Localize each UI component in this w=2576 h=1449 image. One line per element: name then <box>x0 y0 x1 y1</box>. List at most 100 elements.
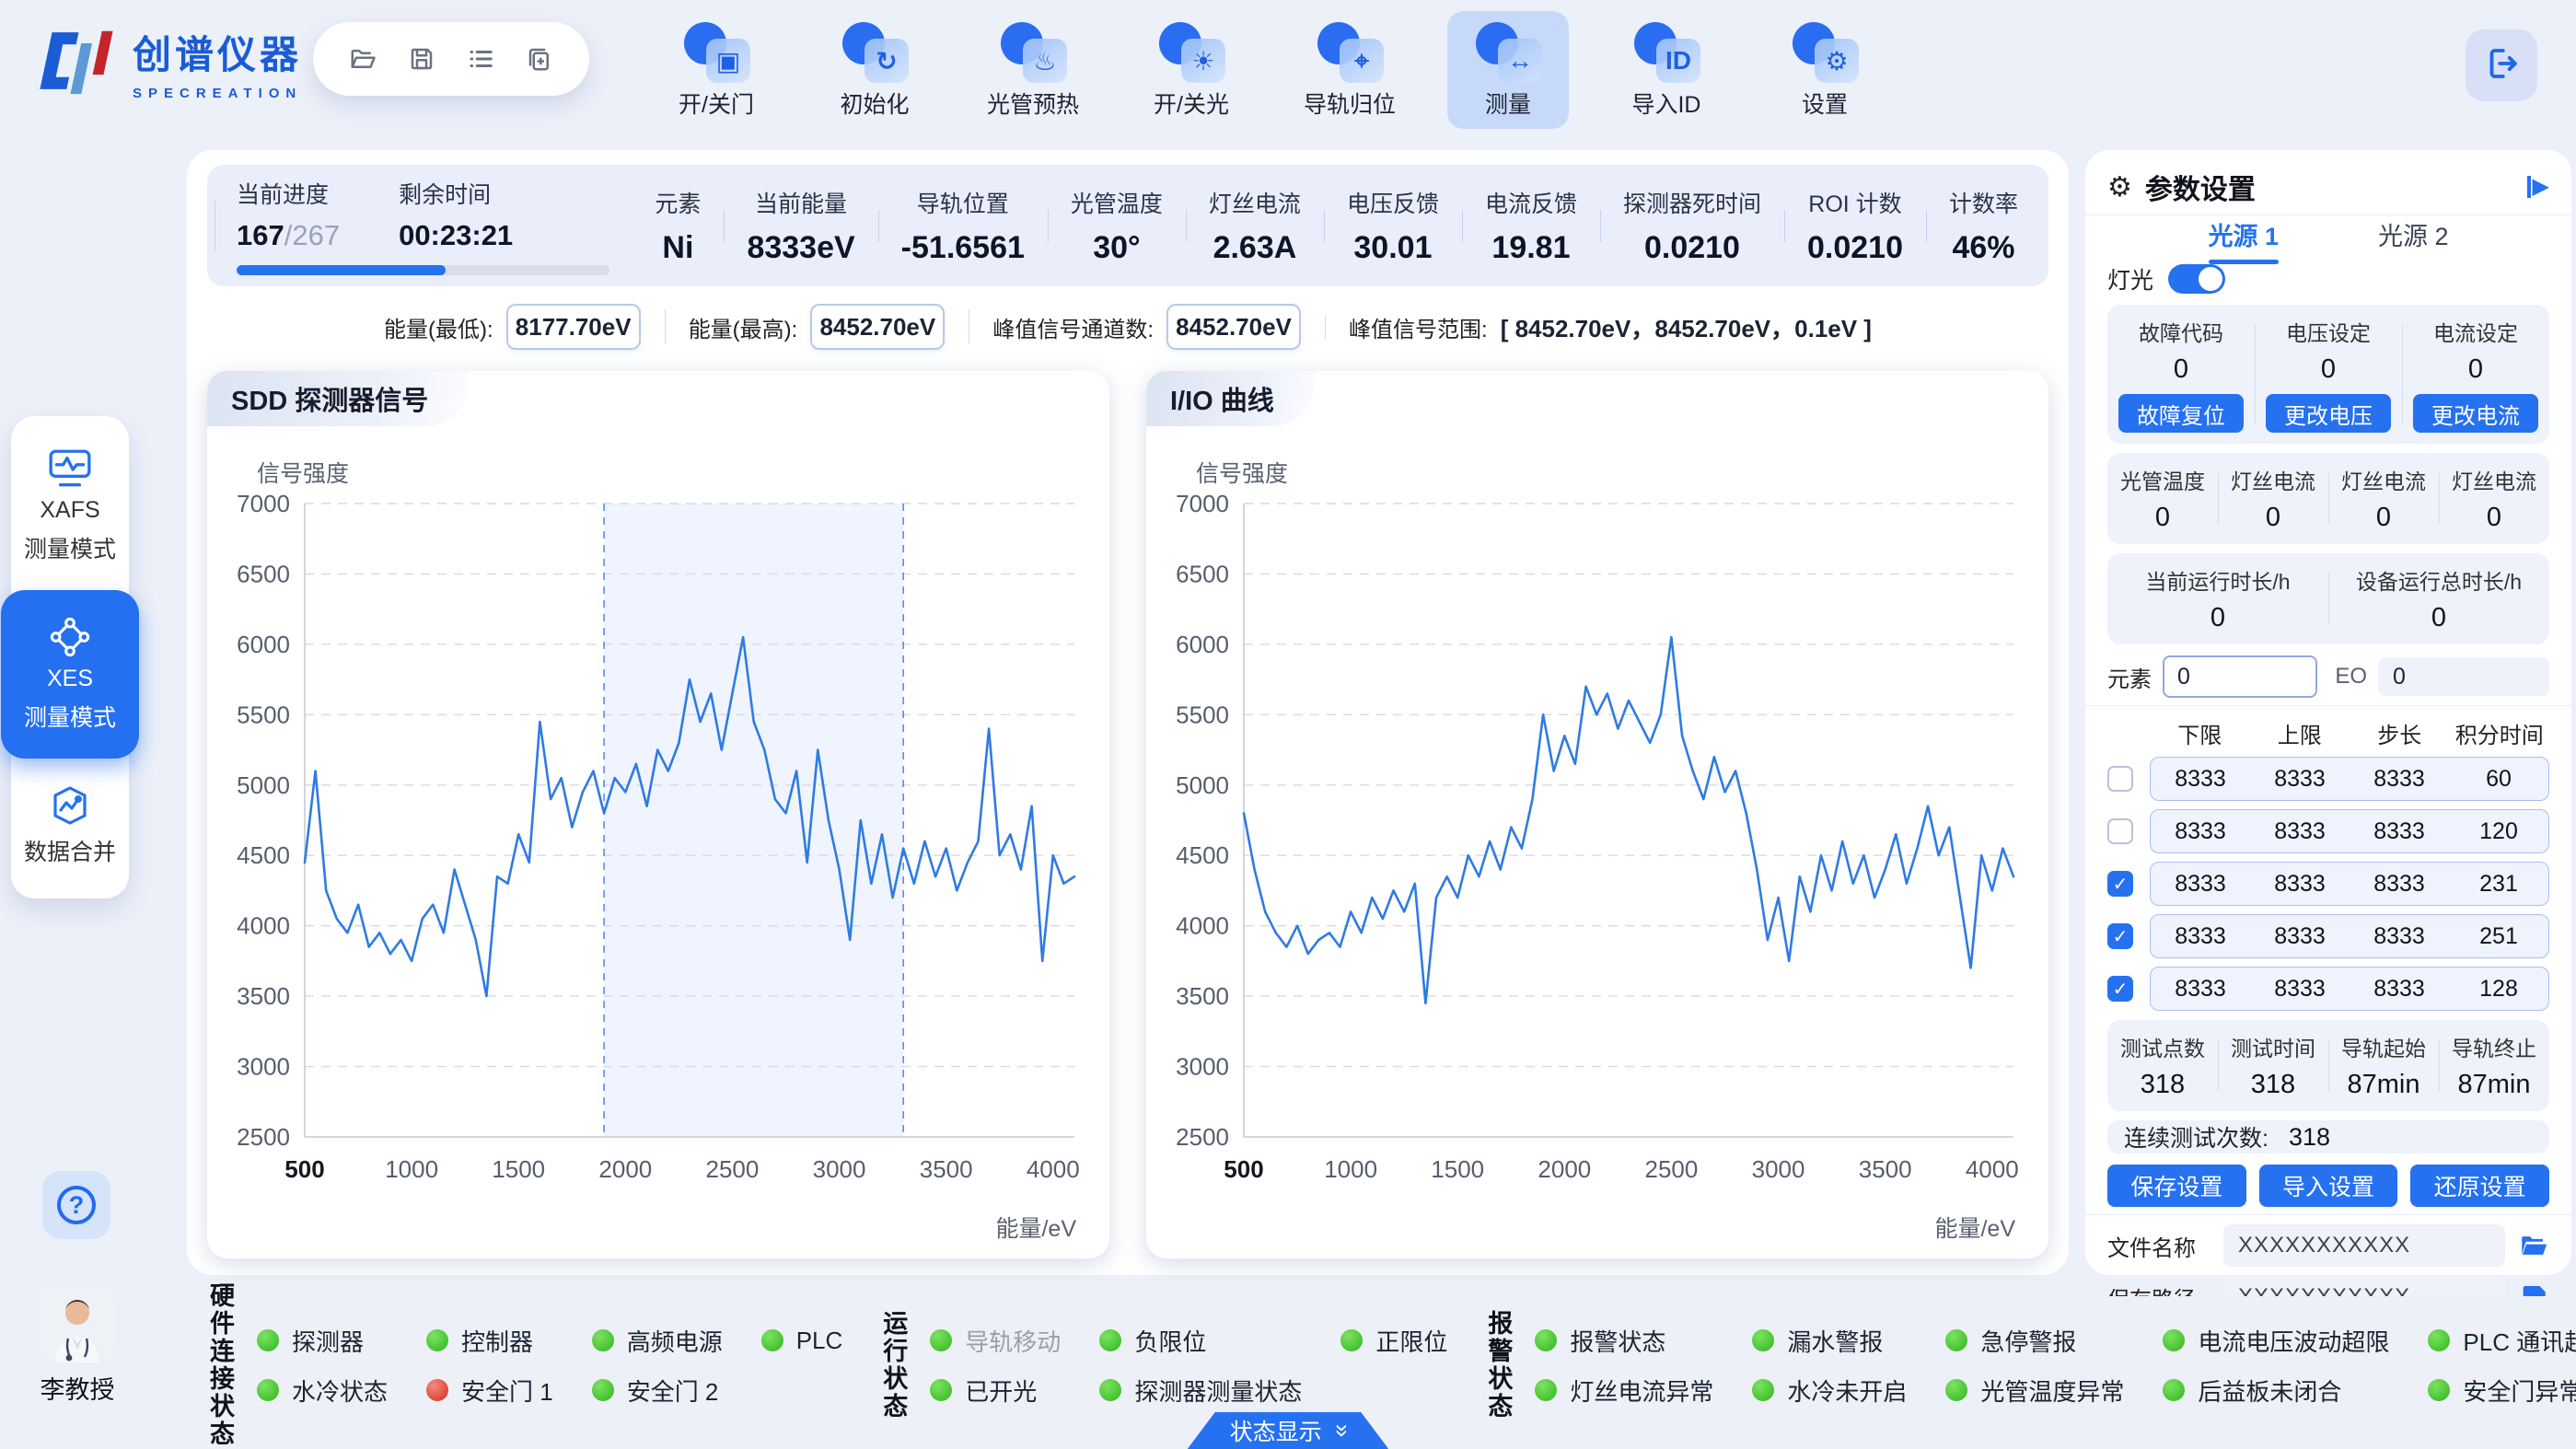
status-indicator: 导轨移动 <box>930 1324 1061 1358</box>
fault-action-button[interactable]: 更改电流 <box>2413 394 2538 433</box>
svg-text:5500: 5500 <box>1176 701 1229 728</box>
nav-item-icon: ID <box>1630 22 1702 83</box>
status-dot <box>2163 1329 2185 1351</box>
folder-open-icon[interactable] <box>349 45 377 73</box>
stat-item: 电流反馈 19.81 <box>1462 186 1600 266</box>
stat-label: 光管温度 <box>1071 186 1163 219</box>
nav-item-icon: ⚙ <box>1789 22 1861 83</box>
main-nav: ▣ 开/关门 ↻ 初始化 ♨ 光管预热 <box>656 11 1886 129</box>
row-checkbox[interactable]: ✓ <box>2107 976 2133 1002</box>
fault-action-button[interactable]: 故障复位 <box>2118 394 2244 433</box>
tab-light-source[interactable]: 光源 2 <box>2373 215 2454 253</box>
brand-name-cn: 创谱仪器 <box>133 24 302 80</box>
sdd-chart-plot[interactable]: 2500300035004000450050005500600065007000… <box>216 491 1100 1194</box>
row-checkbox[interactable]: ✓ <box>2107 818 2133 844</box>
nav-item[interactable]: ☀ 开/关光 <box>1131 11 1252 129</box>
stat-label: 电压反馈 <box>1347 186 1439 219</box>
energy-max-input[interactable]: 8452.70eV <box>810 304 945 350</box>
energy-min-input[interactable]: 8177.70eV <box>506 304 641 350</box>
scan-row-values[interactable]: 8333 8333 8333 128 <box>2150 967 2549 1011</box>
status-dot <box>1535 1379 1557 1401</box>
fault-action-button[interactable]: 更改电压 <box>2266 394 2391 433</box>
light-label: 灯光 <box>2107 262 2153 296</box>
x-axis-label: 能量/eV <box>995 1211 1076 1244</box>
progress-current: 167 <box>237 219 284 251</box>
status-dot <box>761 1329 783 1351</box>
scan-row: ✓ 8333 8333 8333 251 <box>2107 914 2549 958</box>
status-dot <box>1099 1379 1121 1401</box>
restore-settings-button[interactable]: 还原设置 <box>2410 1165 2549 1207</box>
collapse-panel-icon[interactable]: ▶ <box>2527 176 2549 198</box>
scan-row-values[interactable]: 8333 8333 8333 120 <box>2150 809 2549 853</box>
runtime-card: 当前运行时长/h 0 设备运行总时长/h 0 <box>2107 553 2549 644</box>
file-name-input[interactable]: XXXXXXXXXXX <box>2223 1224 2505 1267</box>
nav-item[interactable]: ♨ 光管预热 <box>972 11 1094 129</box>
sidebar-item-xes-mode[interactable]: XES 测量模式 <box>1 590 139 759</box>
svg-text:3000: 3000 <box>237 1053 290 1081</box>
svg-text:7000: 7000 <box>237 491 290 517</box>
save-icon[interactable] <box>408 45 435 73</box>
nav-item[interactable]: ⌖ 导轨归位 <box>1289 11 1410 129</box>
import-settings-button[interactable]: 导入设置 <box>2259 1165 2398 1207</box>
status-dot <box>1945 1379 1967 1401</box>
stat-label: 导轨位置 <box>901 186 1025 219</box>
save-settings-button[interactable]: 保存设置 <box>2107 1165 2246 1207</box>
user-block[interactable]: 李教授 <box>35 1285 120 1406</box>
sidebar-item-xafs-mode[interactable]: XAFS 测量模式 <box>11 436 129 575</box>
peak-channel-input[interactable]: 8452.70eV <box>1166 304 1301 350</box>
svg-text:6000: 6000 <box>1176 631 1229 658</box>
row-checkbox[interactable]: ✓ <box>2107 871 2133 897</box>
question-mark-icon: ? <box>57 1186 96 1224</box>
energy-min: 能量(最低): 8177.70eV <box>360 304 665 350</box>
svg-text:4000: 4000 <box>1027 1155 1080 1183</box>
nav-item[interactable]: ↻ 初始化 <box>814 11 935 129</box>
stat-item: 探测器死时间 0.0210 <box>1600 186 1784 266</box>
status-indicator: 高频电源 <box>592 1324 723 1358</box>
scan-row-values[interactable]: 8333 8333 8333 231 <box>2150 862 2549 906</box>
nav-item[interactable]: ID 导入ID <box>1606 11 1727 129</box>
sidebar-item-data-merge[interactable]: 数据合并 <box>11 773 129 878</box>
progress-label: 当前进度 <box>237 177 340 210</box>
running-status-group: 运行状态 导轨移动 已开光 <box>883 1310 1447 1420</box>
status-display-toggle[interactable]: 状态显示 « <box>1188 1412 1388 1449</box>
svg-text:6000: 6000 <box>237 631 290 658</box>
copy-add-icon[interactable] <box>526 45 553 73</box>
svg-text:1000: 1000 <box>385 1155 438 1183</box>
status-dot <box>1752 1379 1774 1401</box>
io-chart-plot[interactable]: 2500300035004000450050005500600065007000… <box>1155 491 2039 1194</box>
list-icon[interactable] <box>467 45 494 73</box>
nav-item[interactable]: ⚙ 设置 <box>1764 11 1886 129</box>
exit-button[interactable] <box>2466 29 2537 101</box>
row-checkbox[interactable]: ✓ <box>2107 923 2133 949</box>
brand-logo: 创谱仪器 SPECREATION <box>31 24 302 101</box>
tab-light-source[interactable]: 光源 1 <box>2202 215 2284 253</box>
scan-row-values[interactable]: 8333 8333 8333 60 <box>2150 757 2549 801</box>
svg-text:6500: 6500 <box>1176 560 1229 587</box>
energy-max: 能量(最高): 8452.70eV <box>665 304 969 350</box>
stat-item: 当前能量 8333eV <box>724 186 877 266</box>
svg-text:5000: 5000 <box>1176 771 1229 799</box>
scan-table-header: 下限 上限 步长 积分时间 <box>2107 717 2549 749</box>
i-io-curve-chart: I/IO 曲线 信号强度 250030003500400045005000550… <box>1146 371 2048 1258</box>
row-checkbox[interactable]: ✓ <box>2107 766 2133 792</box>
reading-col: 灯丝电流 0 <box>2328 464 2439 533</box>
chevron-down-icon: « <box>1328 1424 1352 1437</box>
stat-item: 光管温度 30° <box>1048 186 1186 266</box>
nav-item[interactable]: ▣ 开/关门 <box>656 11 777 129</box>
scan-row-values[interactable]: 8333 8333 8333 251 <box>2150 914 2549 958</box>
repeat-count-value[interactable]: 318 <box>2289 1123 2330 1152</box>
avatar[interactable] <box>39 1285 116 1362</box>
svg-text:1500: 1500 <box>1431 1155 1484 1183</box>
eo-input[interactable]: 0 <box>2378 657 2549 696</box>
nav-item-icon: ▣ <box>680 22 752 83</box>
browse-folder-icon[interactable] <box>2518 1230 2549 1261</box>
status-indicator: 安全门异常打开 <box>2428 1374 2576 1408</box>
scan-row: ✓ 8333 8333 8333 231 <box>2107 862 2549 906</box>
svg-text:4000: 4000 <box>1966 1155 2019 1183</box>
help-button[interactable]: ? <box>42 1171 110 1239</box>
svg-text:1500: 1500 <box>492 1155 545 1183</box>
light-toggle[interactable] <box>2168 264 2225 294</box>
status-dot <box>257 1329 279 1351</box>
element-input[interactable]: 0 <box>2163 655 2317 698</box>
nav-item[interactable]: ↔ 测量 <box>1447 11 1569 129</box>
